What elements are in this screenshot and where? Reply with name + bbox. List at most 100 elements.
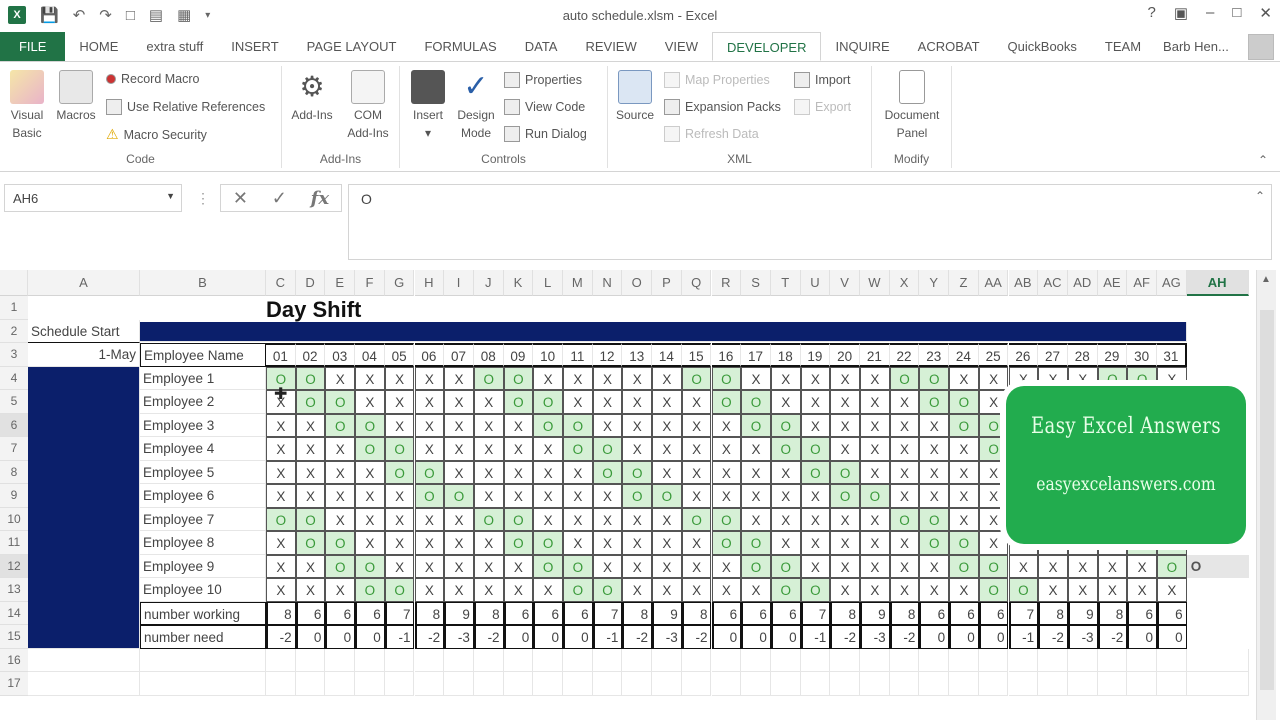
schedule-cell[interactable]: X: [860, 578, 890, 602]
schedule-cell[interactable]: O: [919, 531, 950, 555]
column-header-g[interactable]: G: [384, 270, 415, 296]
empty-cell[interactable]: [503, 648, 534, 672]
schedule-cell[interactable]: X: [860, 507, 890, 531]
schedule-cell[interactable]: X: [1067, 578, 1098, 602]
formula-input[interactable]: O ⌃: [348, 184, 1272, 260]
schedule-cell[interactable]: X: [711, 554, 742, 578]
schedule-cell[interactable]: X: [266, 437, 296, 461]
empty-cell[interactable]: [1008, 672, 1039, 696]
column-header-z[interactable]: Z: [949, 270, 979, 296]
schedule-cell[interactable]: O: [533, 413, 563, 437]
schedule-cell[interactable]: X: [355, 390, 385, 414]
empty-cell[interactable]: [1008, 648, 1039, 672]
schedule-cell[interactable]: O: [770, 413, 801, 437]
schedule-cell[interactable]: X: [889, 390, 920, 414]
schedule-cell[interactable]: X: [533, 366, 563, 390]
schedule-cell[interactable]: X: [741, 507, 771, 531]
schedule-cell[interactable]: X: [889, 578, 920, 602]
schedule-cell[interactable]: X: [860, 460, 890, 484]
schedule-cell[interactable]: O: [681, 507, 712, 531]
schedule-cell[interactable]: X: [295, 460, 326, 484]
schedule-cell[interactable]: X: [830, 390, 860, 414]
schedule-cell[interactable]: X: [533, 507, 563, 531]
empty-cell[interactable]: [473, 648, 504, 672]
schedule-cell[interactable]: O: [978, 437, 1009, 461]
column-header-s[interactable]: S: [741, 270, 771, 296]
row-header-11[interactable]: 11: [0, 531, 28, 555]
schedule-cell[interactable]: X: [741, 437, 771, 461]
schedule-cell[interactable]: O: [800, 437, 831, 461]
column-header-b[interactable]: B: [140, 270, 266, 296]
empty-cell[interactable]: [949, 672, 979, 696]
schedule-cell[interactable]: O: [325, 413, 356, 437]
schedule-cell[interactable]: X: [860, 554, 890, 578]
schedule-cell[interactable]: X: [325, 507, 356, 531]
schedule-cell[interactable]: X: [978, 390, 1009, 414]
empty-cell[interactable]: [592, 672, 623, 696]
formula-bar-resize-handle[interactable]: ⋮: [196, 190, 210, 207]
schedule-cell[interactable]: O: [295, 507, 326, 531]
schedule-cell[interactable]: X: [355, 484, 385, 508]
macros-button[interactable]: Macros: [52, 70, 100, 124]
schedule-cell[interactable]: X: [770, 460, 801, 484]
empty-cell[interactable]: [741, 648, 771, 672]
empty-cell[interactable]: [800, 672, 831, 696]
schedule-cell[interactable]: O: [444, 484, 474, 508]
cell-ah12[interactable]: O: [1186, 554, 1249, 578]
schedule-cell[interactable]: O: [503, 507, 534, 531]
schedule-cell[interactable]: X: [503, 460, 534, 484]
schedule-cell[interactable]: X: [295, 437, 326, 461]
source-button[interactable]: Source: [612, 70, 658, 124]
schedule-cell[interactable]: X: [444, 554, 474, 578]
schedule-cell[interactable]: O: [592, 460, 623, 484]
schedule-cell[interactable]: X: [949, 366, 979, 390]
empty-cell[interactable]: [1038, 672, 1068, 696]
schedule-cell[interactable]: X: [770, 484, 801, 508]
empty-cell[interactable]: [355, 648, 385, 672]
use-relative-references-button[interactable]: Use Relative References: [106, 99, 265, 115]
schedule-cell[interactable]: O: [800, 460, 831, 484]
schedule-cell[interactable]: X: [919, 460, 950, 484]
schedule-cell[interactable]: X: [622, 390, 653, 414]
empty-cell[interactable]: [1038, 648, 1068, 672]
maximize-button[interactable]: □: [1232, 4, 1241, 22]
row-header-10[interactable]: 10: [0, 507, 28, 531]
empty-cell[interactable]: [1186, 648, 1249, 672]
column-header-n[interactable]: N: [592, 270, 623, 296]
schedule-cell[interactable]: X: [949, 437, 979, 461]
export-button[interactable]: Export: [794, 99, 851, 115]
schedule-cell[interactable]: X: [978, 460, 1009, 484]
schedule-cell[interactable]: X: [444, 460, 474, 484]
schedule-cell[interactable]: X: [295, 484, 326, 508]
schedule-cell[interactable]: X: [919, 554, 950, 578]
schedule-cell[interactable]: X: [384, 366, 415, 390]
schedule-cell[interactable]: X: [652, 413, 682, 437]
schedule-cell[interactable]: X: [384, 484, 415, 508]
schedule-cell[interactable]: X: [800, 390, 831, 414]
empty-cell[interactable]: [711, 648, 742, 672]
schedule-cell[interactable]: X: [830, 366, 860, 390]
schedule-cell[interactable]: X: [652, 531, 682, 555]
empty-cell[interactable]: [1097, 672, 1128, 696]
schedule-cell[interactable]: O: [741, 413, 771, 437]
column-header-p[interactable]: P: [652, 270, 682, 296]
schedule-cell[interactable]: X: [681, 484, 712, 508]
schedule-cell[interactable]: X: [711, 437, 742, 461]
schedule-cell[interactable]: O: [503, 390, 534, 414]
schedule-cell[interactable]: X: [384, 390, 415, 414]
schedule-cell[interactable]: O: [741, 554, 771, 578]
schedule-cell[interactable]: X: [414, 554, 445, 578]
ribbon-display-button[interactable]: ▣: [1174, 4, 1188, 22]
schedule-cell[interactable]: O: [533, 390, 563, 414]
schedule-cell[interactable]: X: [949, 460, 979, 484]
empty-cell[interactable]: [919, 672, 950, 696]
empty-cell[interactable]: [1186, 672, 1249, 696]
column-header-ad[interactable]: AD: [1067, 270, 1098, 296]
tab-data[interactable]: DATA: [511, 32, 572, 61]
schedule-cell[interactable]: O: [741, 531, 771, 555]
column-header-y[interactable]: Y: [919, 270, 950, 296]
schedule-cell[interactable]: X: [800, 507, 831, 531]
schedule-cell[interactable]: X: [473, 484, 504, 508]
schedule-cell[interactable]: X: [711, 484, 742, 508]
empty-cell[interactable]: [28, 672, 140, 696]
